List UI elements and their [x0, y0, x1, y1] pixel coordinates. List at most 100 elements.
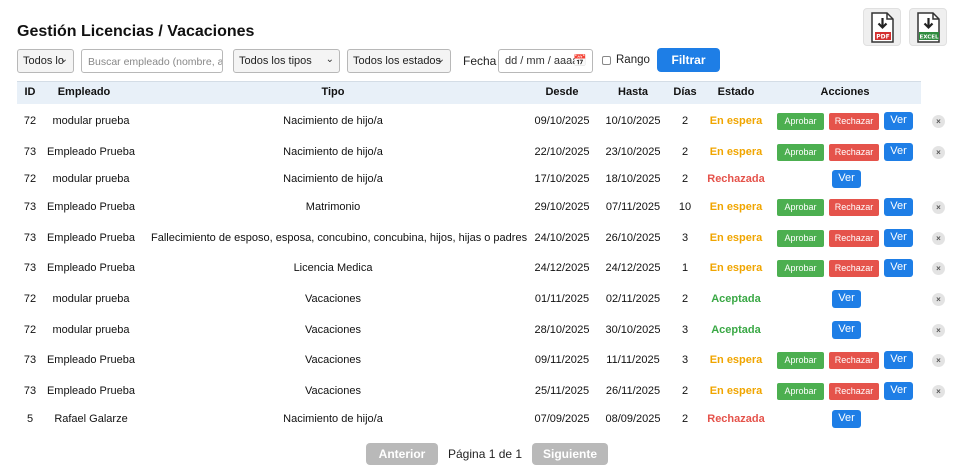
rechazar-button[interactable]: Rechazar [829, 230, 879, 247]
cell-hasta: 10/10/2025 [605, 115, 661, 127]
table-row: 73 Empleado Prueba Vacaciones 25/11/2025 26/… [17, 379, 957, 405]
header-tipo: Tipo [321, 86, 345, 98]
tipos-select[interactable]: Todos los tipos ⌄ [233, 49, 340, 73]
cell-dias: 3 [681, 354, 689, 366]
cell-tipo: Nacimiento de hijo/a [283, 413, 383, 425]
status-badge: En espera [709, 146, 763, 158]
aprobar-button[interactable]: Aprobar [777, 260, 824, 277]
delete-icon[interactable]: × [932, 354, 945, 367]
cell-dias: 2 [681, 385, 689, 397]
chevron-down-icon: ⌄ [325, 54, 334, 65]
table-row: 72 modular prueba Vacaciones 28/10/2025 30/1… [17, 318, 957, 344]
cell-dias: 2 [681, 115, 689, 127]
aprobar-button[interactable]: Aprobar [777, 113, 824, 130]
cell-tipo: Nacimiento de hijo/a [283, 146, 383, 158]
svg-text:EXCEL: EXCEL [919, 35, 939, 41]
cell-empleado: modular prueba [52, 324, 130, 336]
estados-select[interactable]: Todos los estados ⌄ [347, 49, 451, 73]
pdf-icon: PDF [871, 12, 894, 43]
cell-tipo: Vacaciones [304, 354, 362, 366]
chevron-down-icon: ⌄ [59, 54, 68, 65]
fecha-label: Fecha [463, 54, 497, 68]
header-empleado: Empleado [57, 86, 111, 98]
ver-button[interactable]: Ver [884, 382, 913, 400]
header-estado: Estado [717, 86, 755, 98]
cell-desde: 25/11/2025 [534, 385, 590, 397]
aprobar-button[interactable]: Aprobar [777, 383, 824, 400]
aprobar-button[interactable]: Aprobar [777, 352, 824, 369]
ver-button[interactable]: Ver [884, 198, 913, 216]
anterior-button[interactable]: Anterior [366, 443, 438, 465]
aprobar-button[interactable]: Aprobar [777, 230, 824, 247]
cell-empleado: Empleado Prueba [46, 385, 136, 397]
rechazar-button[interactable]: Rechazar [829, 113, 879, 130]
cell-empleado: Empleado Prueba [46, 232, 136, 244]
aprobar-button[interactable]: Aprobar [777, 199, 824, 216]
header-dias: Días [673, 86, 697, 98]
delete-icon[interactable]: × [932, 115, 945, 128]
cell-desde: 17/10/2025 [534, 173, 590, 185]
cell-dias: 10 [678, 201, 692, 213]
delete-icon[interactable]: × [932, 262, 945, 275]
delete-icon[interactable]: × [932, 201, 945, 214]
status-badge: Rechazada [707, 173, 765, 185]
ver-button[interactable]: Ver [884, 259, 913, 277]
cell-empleado: modular prueba [52, 293, 130, 305]
cell-desde: 01/11/2025 [534, 293, 590, 305]
ver-button[interactable]: Ver [884, 351, 913, 369]
ver-button[interactable]: Ver [832, 290, 861, 308]
cell-desde: 24/12/2025 [534, 262, 590, 274]
header-hasta: Hasta [618, 86, 648, 98]
calendar-icon[interactable]: 📅 [573, 54, 587, 67]
table-row: 72 modular prueba Nacimiento de hijo/a 17/1… [17, 167, 957, 193]
delete-icon[interactable]: × [932, 146, 945, 159]
rango-label: Rango [616, 54, 650, 66]
table-row: 5 Rafael Galarze Nacimiento de hijo/a 07/09… [17, 407, 957, 433]
rechazar-button[interactable]: Rechazar [829, 383, 879, 400]
pagination: Anterior Página 1 de 1 Siguiente [0, 443, 977, 465]
ver-button[interactable]: Ver [884, 143, 913, 161]
delete-icon[interactable]: × [932, 324, 945, 337]
cell-hasta: 11/11/2025 [606, 354, 660, 366]
tipos-select-value: Todos los tipos [239, 55, 312, 67]
cell-empleado: Empleado Prueba [46, 354, 136, 366]
cell-empleado: Rafael Galarze [54, 413, 128, 425]
cell-tipo: Vacaciones [304, 385, 362, 397]
empleado-select[interactable]: Todos lo ⌄ [17, 49, 74, 73]
table-row: 73 Empleado Prueba Matrimonio 29/10/2025 07/… [17, 195, 957, 221]
rechazar-button[interactable]: Rechazar [829, 199, 879, 216]
cell-dias: 2 [681, 413, 689, 425]
cell-empleado: Empleado Prueba [46, 201, 136, 213]
ver-button[interactable]: Ver [884, 229, 913, 247]
cell-tipo: Matrimonio [305, 201, 361, 213]
table-header: ID Empleado Tipo Desde Hasta Días Estado… [17, 81, 921, 104]
search-input[interactable]: Buscar empleado (nombre, a [81, 49, 223, 73]
ver-button[interactable]: Ver [832, 321, 861, 339]
excel-icon: EXCEL [917, 12, 940, 43]
ver-button[interactable]: Ver [832, 410, 861, 428]
cell-hasta: 26/11/2025 [605, 385, 661, 397]
rechazar-button[interactable]: Rechazar [829, 352, 879, 369]
rechazar-button[interactable]: Rechazar [829, 144, 879, 161]
siguiente-button[interactable]: Siguiente [532, 443, 608, 465]
cell-dias: 3 [681, 324, 689, 336]
rango-checkbox[interactable] [602, 56, 611, 65]
ver-button[interactable]: Ver [884, 112, 913, 130]
estados-select-value: Todos los estados [353, 55, 442, 67]
cell-empleado: Empleado Prueba [46, 262, 136, 274]
status-badge: Aceptada [711, 293, 761, 305]
cell-tipo: Nacimiento de hijo/a [283, 115, 383, 127]
ver-button[interactable]: Ver [832, 170, 861, 188]
table-row: 73 Empleado Prueba Nacimiento de hijo/a 22/… [17, 140, 957, 166]
filtrar-button[interactable]: Filtrar [657, 48, 720, 72]
rechazar-button[interactable]: Rechazar [829, 260, 879, 277]
export-excel-button[interactable]: EXCEL [909, 8, 947, 46]
delete-icon[interactable]: × [932, 293, 945, 306]
cell-hasta: 24/12/2025 [605, 262, 661, 274]
export-pdf-button[interactable]: PDF [863, 8, 901, 46]
date-input[interactable]: dd / mm / aaaa 📅 [498, 49, 593, 73]
page-info: Página 1 de 1 [448, 447, 523, 461]
aprobar-button[interactable]: Aprobar [777, 144, 824, 161]
delete-icon[interactable]: × [932, 232, 945, 245]
delete-icon[interactable]: × [932, 385, 945, 398]
